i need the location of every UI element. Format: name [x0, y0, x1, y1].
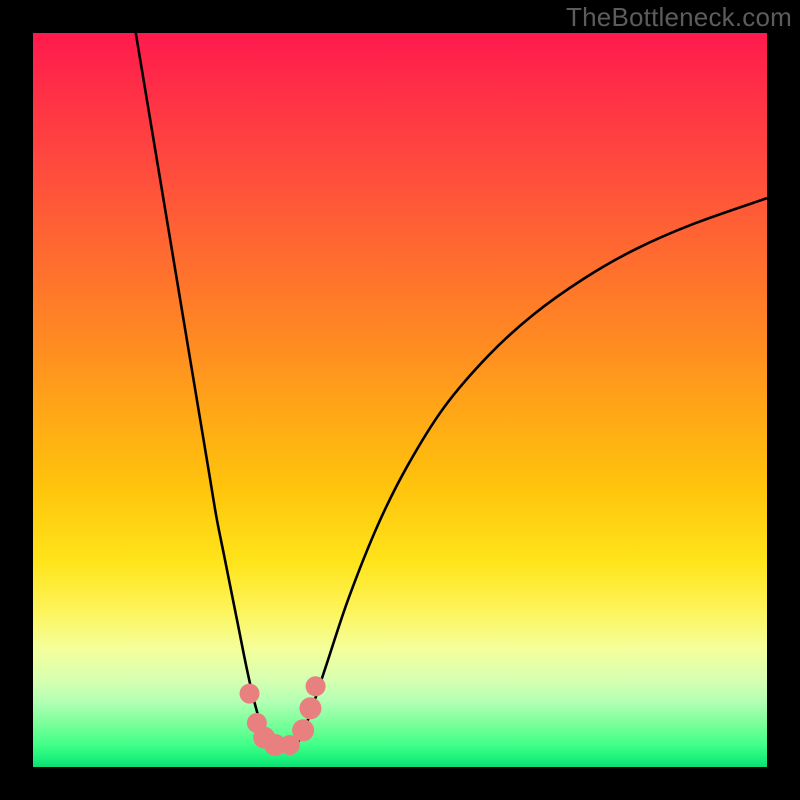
bottleneck-curve — [136, 33, 767, 749]
chart-svg — [0, 0, 800, 800]
marker-dot — [292, 719, 314, 741]
outer-frame: TheBottleneck.com — [0, 0, 800, 800]
watermark-text: TheBottleneck.com — [566, 2, 792, 33]
marker-dot — [306, 676, 326, 696]
marker-dot — [240, 684, 260, 704]
marker-group — [240, 676, 326, 756]
marker-dot — [299, 697, 321, 719]
